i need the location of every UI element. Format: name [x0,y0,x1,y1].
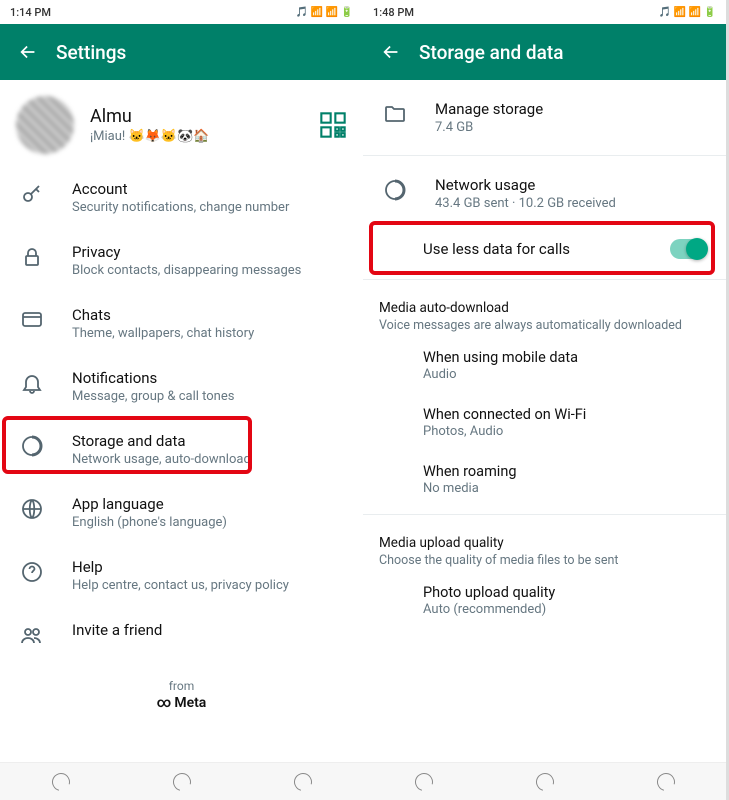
item-mobile-data[interactable]: When using mobile data Audio [363,337,726,394]
profile-info: Almu ¡Miau! 🐱🦊🐱🐼🏠 [90,106,319,144]
toggle-label: Use less data for calls [423,240,670,258]
status-icons: 🎵 📶 📶 🔋 [296,7,353,18]
nav-icon[interactable] [290,769,315,794]
content: Almu ¡Miau! 🐱🦊🐱🐼🏠 Account Security notifi… [0,80,363,762]
sub-title: When roaming [423,463,710,480]
item-title: Manage storage [435,100,710,118]
data-icon [20,434,44,458]
divider [363,155,726,156]
item-sub: 7.4 GB [435,120,710,135]
profile-status: ¡Miau! 🐱🦊🐱🐼🏠 [90,129,319,144]
item-wifi[interactable]: When connected on Wi-Fi Photos, Audio [363,394,726,451]
key-icon [20,182,44,206]
globe-icon [20,497,44,521]
section-title: Media upload quality [379,535,710,551]
header: Settings [0,24,363,80]
sub-title: When connected on Wi-Fi [423,406,710,423]
nav-icon[interactable] [653,769,678,794]
item-title: Notifications [72,369,347,387]
avatar [16,96,74,154]
back-button[interactable] [8,32,48,72]
item-privacy[interactable]: Privacy Block contacts, disappearing mess… [0,229,363,292]
item-sub: Block contacts, disappearing messages [72,263,347,278]
folder-icon [383,102,407,126]
item-account[interactable]: Account Security notifications, change nu… [0,166,363,229]
item-invite[interactable]: Invite a friend [0,607,363,661]
item-title: Network usage [435,176,710,194]
navbar [0,762,363,800]
item-sub: Help centre, contact us, privacy policy [72,578,347,593]
item-sub: Message, group & call tones [72,389,347,404]
section-upload: Media upload quality Choose the quality … [363,521,726,572]
divider [363,279,726,280]
people-icon [20,623,44,647]
nav-icon[interactable] [532,769,557,794]
qr-icon[interactable] [319,111,347,139]
item-network-usage[interactable]: Network usage 43.4 GB sent · 10.2 GB rece… [363,162,726,225]
item-less-data[interactable]: Use less data for calls [363,225,726,273]
data-icon [383,178,407,202]
item-title: Storage and data [72,432,347,450]
item-title: Invite a friend [72,621,347,639]
phone-settings: 1:14 PM 🎵 📶 📶 🔋 Settings Almu ¡Miau! 🐱🦊🐱… [0,0,363,800]
item-sub: Security notifications, change number [72,200,347,215]
item-title: Privacy [72,243,347,261]
toggle-switch[interactable] [670,239,706,259]
item-title: Chats [72,306,347,324]
item-title: Help [72,558,347,576]
page-title: Storage and data [419,41,563,64]
lock-icon [20,245,44,269]
item-photo-quality[interactable]: Photo upload quality Auto (recommended) [363,572,726,629]
statusbar: 1:48 PM 🎵 📶 📶 🔋 [363,0,726,24]
section-media-auto: Media auto-download Voice messages are a… [363,286,726,337]
statusbar: 1:14 PM 🎵 📶 📶 🔋 [0,0,363,24]
item-title: Account [72,180,347,198]
sub-title: When using mobile data [423,349,710,366]
navbar [363,762,726,800]
divider [363,514,726,515]
status-time: 1:14 PM [10,6,51,19]
item-title: App language [72,495,347,513]
chat-icon [20,308,44,332]
sub-desc: Auto (recommended) [423,602,710,617]
from-label: from [0,679,363,693]
meta-infinity-icon: ∞ [157,695,172,711]
item-sub: English (phone's language) [72,515,347,530]
item-chats[interactable]: Chats Theme, wallpapers, chat history [0,292,363,355]
sub-desc: Photos, Audio [423,424,710,439]
bell-icon [20,371,44,395]
item-language[interactable]: App language English (phone's language) [0,481,363,544]
profile-name: Almu [90,106,319,127]
help-icon [20,560,44,584]
item-storage[interactable]: Storage and data Network usage, auto-down… [0,418,363,481]
page-title: Settings [56,41,126,64]
item-roaming[interactable]: When roaming No media [363,451,726,508]
item-sub: 43.4 GB sent · 10.2 GB received [435,196,710,211]
nav-icon[interactable] [411,769,436,794]
profile-row[interactable]: Almu ¡Miau! 🐱🦊🐱🐼🏠 [0,80,363,166]
nav-icon[interactable] [48,769,73,794]
from-meta: from ∞Meta [0,661,363,729]
item-help[interactable]: Help Help centre, contact us, privacy pol… [0,544,363,607]
content: Manage storage 7.4 GB Network usage 43.4 G… [363,80,726,762]
status-time: 1:48 PM [373,6,414,19]
sub-title: Photo upload quality [423,584,710,601]
sub-desc: No media [423,481,710,496]
nav-icon[interactable] [169,769,194,794]
meta-brand: ∞Meta [0,695,363,711]
phone-storage: 1:48 PM 🎵 📶 📶 🔋 Storage and data Manage … [363,0,726,800]
header: Storage and data [363,24,726,80]
item-sub: Network usage, auto-download [72,452,347,467]
status-icons: 🎵 📶 📶 🔋 [659,7,716,18]
item-sub: Theme, wallpapers, chat history [72,326,347,341]
section-sub: Voice messages are always automatically … [379,318,710,333]
section-title: Media auto-download [379,300,710,316]
item-notifications[interactable]: Notifications Message, group & call tones [0,355,363,418]
section-sub: Choose the quality of media files to be … [379,553,710,568]
item-manage-storage[interactable]: Manage storage 7.4 GB [363,80,726,149]
sub-desc: Audio [423,367,710,382]
back-button[interactable] [371,32,411,72]
